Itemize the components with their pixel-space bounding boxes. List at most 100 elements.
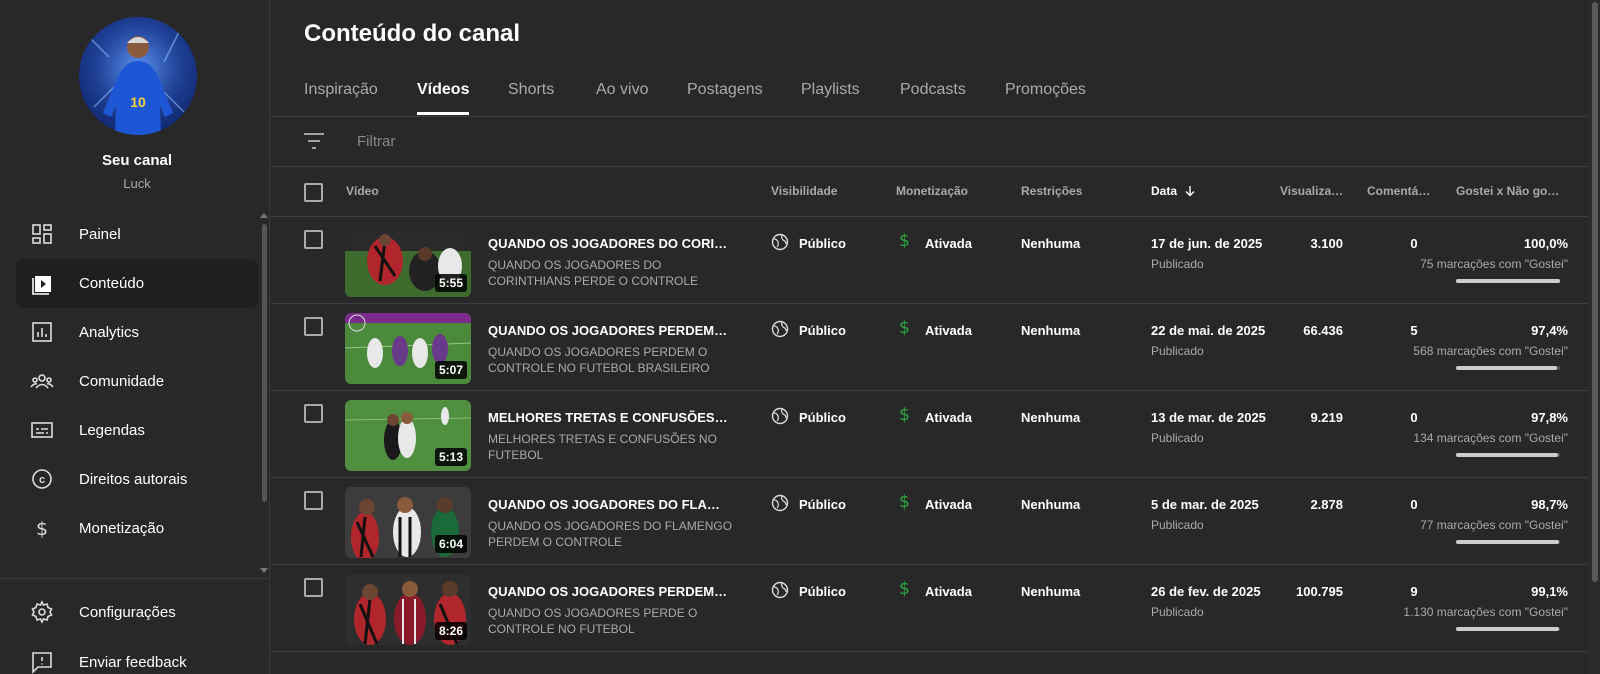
likes-percent: 100,0% bbox=[1523, 236, 1568, 251]
video-title[interactable]: QUANDO OS JOGADORES PERDEM O … bbox=[488, 584, 728, 599]
main-scrollbar-thumb[interactable] bbox=[1592, 2, 1598, 582]
table-row[interactable]: 5:55 QUANDO OS JOGADORES DO CORINT… QUAN… bbox=[271, 217, 1588, 304]
likes-percent: 98,7% bbox=[1531, 497, 1568, 512]
monetization-dollar-icon: $ bbox=[899, 579, 910, 599]
column-header-visibility[interactable]: Visibilidade bbox=[771, 184, 837, 198]
video-title[interactable]: MELHORES TRETAS E CONFUSÕES N… bbox=[488, 410, 728, 425]
video-thumbnail[interactable]: 5:07 bbox=[345, 313, 471, 384]
sidebar-item-conteudo[interactable]: Conteúdo bbox=[16, 259, 258, 308]
visibility-value[interactable]: Público bbox=[799, 497, 846, 512]
likes-ratio-fill bbox=[1456, 279, 1560, 283]
likes-count: 1.130 marcações com "Gostei" bbox=[1403, 605, 1568, 619]
monetization-dollar-icon: $ bbox=[899, 318, 910, 338]
views-value: 66.436 bbox=[1303, 323, 1343, 338]
visibility-value[interactable]: Público bbox=[799, 584, 846, 599]
subtitles-icon bbox=[31, 422, 53, 438]
likes-percent: 99,1% bbox=[1531, 584, 1568, 599]
svg-text:$: $ bbox=[36, 518, 48, 540]
video-thumbnail[interactable]: 5:55 bbox=[345, 226, 471, 297]
sidebar-item-enviar-feedback[interactable]: Enviar feedback bbox=[16, 638, 258, 674]
video-thumbnail[interactable]: 5:13 bbox=[345, 400, 471, 471]
scroll-down-arrow-icon[interactable] bbox=[260, 568, 268, 573]
monetization-value[interactable]: Ativada bbox=[925, 497, 972, 512]
sidebar-item-label: Enviar feedback bbox=[79, 654, 187, 671]
filter-icon[interactable] bbox=[303, 131, 325, 151]
dashboard-icon bbox=[32, 224, 52, 244]
monetization-value[interactable]: Ativada bbox=[925, 323, 972, 338]
channel-avatar[interactable]: 10 bbox=[79, 17, 197, 135]
likes-count: 134 marcações com "Gostei" bbox=[1413, 431, 1568, 445]
column-header-date-label: Data bbox=[1151, 184, 1178, 198]
divider bbox=[271, 651, 1588, 652]
globe-icon bbox=[771, 407, 789, 425]
column-header-views[interactable]: Visualiza… bbox=[1280, 184, 1343, 198]
divider bbox=[271, 116, 1588, 117]
visibility-value[interactable]: Público bbox=[799, 323, 846, 338]
main-scrollbar[interactable] bbox=[1590, 0, 1600, 674]
tab-ao-vivo[interactable]: Ao vivo bbox=[596, 81, 648, 115]
video-description: QUANDO OS JOGADORES PERDEM O CONTROLE NO… bbox=[488, 345, 710, 375]
sidebar-item-monetizacao[interactable]: $ Monetização bbox=[16, 504, 258, 553]
sidebar-item-label: Conteúdo bbox=[79, 275, 145, 292]
monetization-value[interactable]: Ativada bbox=[925, 410, 972, 425]
video-description: QUANDO OS JOGADORES PERDE O CONTROLE NO … bbox=[488, 606, 698, 636]
likes-ratio-bar bbox=[1456, 279, 1560, 283]
select-all-checkbox[interactable] bbox=[304, 183, 323, 202]
sidebar-item-comunidade[interactable]: Comunidade bbox=[16, 357, 258, 406]
row-checkbox[interactable] bbox=[304, 404, 323, 423]
video-title[interactable]: QUANDO OS JOGADORES DO CORINT… bbox=[488, 236, 728, 251]
sidebar-item-configuracoes[interactable]: Configurações bbox=[16, 588, 258, 637]
tab-shorts[interactable]: Shorts bbox=[508, 81, 554, 115]
table-row[interactable]: 8:26 QUANDO OS JOGADORES PERDEM O … QUAN… bbox=[271, 565, 1588, 652]
video-thumbnail[interactable]: 8:26 bbox=[345, 574, 471, 645]
visibility-value[interactable]: Público bbox=[799, 410, 846, 425]
scroll-up-arrow-icon[interactable] bbox=[260, 213, 268, 218]
monetization-value[interactable]: Ativada bbox=[925, 236, 972, 251]
video-title[interactable]: QUANDO OS JOGADORES PERDEM O … bbox=[488, 323, 728, 338]
sidebar-item-painel[interactable]: Painel bbox=[16, 210, 258, 259]
comments-value: 5 bbox=[1410, 323, 1418, 338]
filter-input[interactable] bbox=[357, 128, 757, 154]
sort-down-arrow-icon bbox=[1185, 186, 1195, 197]
tab-promocoes[interactable]: Promoções bbox=[1005, 81, 1086, 115]
column-header-date[interactable]: Data bbox=[1151, 184, 1196, 198]
views-value: 3.100 bbox=[1310, 236, 1343, 251]
copyright-icon: c bbox=[32, 469, 52, 489]
community-icon bbox=[30, 374, 54, 389]
table-row[interactable]: 5:07 QUANDO OS JOGADORES PERDEM O … QUAN… bbox=[271, 304, 1588, 391]
likes-ratio-fill bbox=[1456, 366, 1558, 370]
tab-postagens[interactable]: Postagens bbox=[687, 81, 763, 115]
sidebar-item-direitos-autorais[interactable]: c Direitos autorais bbox=[16, 455, 258, 504]
row-checkbox[interactable] bbox=[304, 230, 323, 249]
row-checkbox[interactable] bbox=[304, 317, 323, 336]
monetization-value[interactable]: Ativada bbox=[925, 584, 972, 599]
sidebar-item-label: Monetização bbox=[79, 520, 165, 537]
visibility-value[interactable]: Público bbox=[799, 236, 846, 251]
restrictions-value: Nenhuma bbox=[1021, 497, 1081, 512]
table-row[interactable]: 6:04 QUANDO OS JOGADORES DO FLAME… QUAND… bbox=[271, 478, 1588, 565]
column-header-monetization[interactable]: Monetização bbox=[896, 184, 968, 198]
row-checkbox[interactable] bbox=[304, 578, 323, 597]
column-header-video: Vídeo bbox=[346, 184, 379, 198]
monetization-dollar-icon: $ bbox=[899, 231, 910, 251]
publish-status: Publicado bbox=[1151, 344, 1204, 358]
column-header-restrictions[interactable]: Restrições bbox=[1021, 184, 1082, 198]
likes-count: 77 marcações com "Gostei" bbox=[1420, 518, 1568, 532]
tab-inspiracao[interactable]: Inspiração bbox=[304, 81, 378, 115]
row-checkbox[interactable] bbox=[304, 491, 323, 510]
sidebar-item-analytics[interactable]: Analytics bbox=[16, 308, 258, 357]
video-title[interactable]: QUANDO OS JOGADORES DO FLAME… bbox=[488, 497, 728, 512]
table-row[interactable]: 5:13 MELHORES TRETAS E CONFUSÕES N… MELH… bbox=[271, 391, 1588, 478]
tab-videos[interactable]: Vídeos bbox=[417, 81, 470, 115]
sidebar-scrollbar[interactable] bbox=[262, 224, 267, 502]
sidebar-item-label: Analytics bbox=[79, 324, 140, 341]
likes-percent: 97,8% bbox=[1531, 410, 1568, 425]
video-thumbnail[interactable]: 6:04 bbox=[345, 487, 471, 558]
sidebar-item-legendas[interactable]: Legendas bbox=[16, 406, 258, 455]
channel-handle: Luck bbox=[123, 176, 151, 191]
video-description: QUANDO OS JOGADORES DO CORINTHIANS PERDE… bbox=[488, 258, 699, 288]
tab-podcasts[interactable]: Podcasts bbox=[900, 81, 966, 115]
column-header-comments[interactable]: Comentá… bbox=[1367, 184, 1430, 198]
column-header-likes[interactable]: Gostei x Não go… bbox=[1456, 184, 1559, 198]
tab-playlists[interactable]: Playlists bbox=[801, 81, 860, 115]
